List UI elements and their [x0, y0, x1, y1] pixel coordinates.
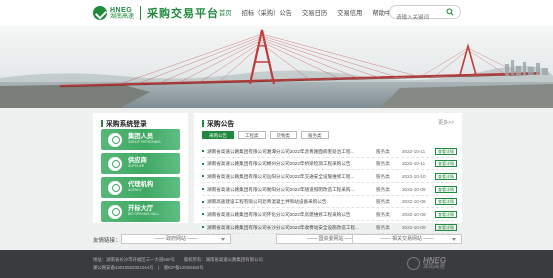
login-panel: 采购系统登录 集团人员 GROUP PERSONNEL 供应商 SUPPLIER…	[93, 113, 188, 223]
announcement-title[interactable]: 湖南省高速公路集团有限公司怀化分公司2022年房建维修工程采购公告	[207, 212, 365, 218]
view-details-button[interactable]: 查看详情	[435, 185, 457, 193]
bullet-icon	[202, 188, 204, 191]
search-icon[interactable]	[446, 8, 454, 16]
title-accent-bar	[101, 119, 103, 127]
agency-login-button[interactable]: 代理机构 AGENCY	[101, 177, 180, 198]
tab-engineering[interactable]: 工程类	[238, 131, 266, 139]
footer-address: 地址：湖南省长沙市开福区三一大道500号 版权所有：湖南省高速公路集团有限公司	[93, 257, 263, 262]
login-button-sublabel: AGENCY	[128, 188, 142, 193]
logo-en-text: HNEG	[110, 6, 133, 14]
list-item: 湖南省高速公路集团有限公司岳阳分公司2022年交通安全设施维修工程... 服务类…	[202, 170, 457, 184]
login-button-sublabel: SUPPLIER	[128, 164, 145, 169]
related-trading-sites-select[interactable]: —— 相关交易网站 ——	[352, 234, 462, 244]
announcement-date: 2022-10-10	[402, 173, 426, 179]
select-value: —— 政府网站 ——	[154, 236, 198, 242]
site-logo[interactable]: HNEG 湖南高速 采购交易平台	[93, 5, 219, 21]
view-details-button[interactable]: 查看详情	[435, 147, 457, 155]
footer-logo-cn: 湖南高速	[423, 264, 446, 270]
announcements-title-text: 采购公告	[207, 121, 235, 128]
nav-trading-credit[interactable]: 交易信用	[337, 8, 362, 17]
supplier-icon	[108, 156, 122, 171]
announcement-type: 服务类	[376, 173, 390, 179]
select-value: —— 国资委网站 ——	[307, 236, 355, 242]
list-item: 湖南省高速公路集团有限公司怀化分公司2022年房建维修工程采购公告 服务类 20…	[202, 208, 457, 222]
list-item: 湖南高速建设工程有限公司沥青混凝土拌和站设备采购公告 服务类 2022-10-0…	[202, 196, 457, 209]
bid-opening-hall-button[interactable]: 开标大厅 BID OPENING HALL	[101, 201, 180, 222]
announcement-date: 2022-10-09	[402, 211, 426, 217]
announcement-title[interactable]: 湖南高速建设工程有限公司沥青混凝土拌和站设备采购公告	[207, 199, 365, 205]
announcement-type: 服务类	[376, 211, 390, 217]
title-accent-bar	[202, 119, 204, 127]
tab-procurement-notices[interactable]: 采购公告	[202, 131, 234, 139]
main-nav: 首页 招标（采购）公告 交易日历 交易信用 帮助中心	[219, 8, 408, 17]
logo-divider	[140, 6, 142, 20]
friend-links-bar: 友情链接： —— 政府网站 —— —— 国资委网站 —— —— 相关交易网站 —…	[0, 228, 553, 250]
announcement-date: 2022-10-09	[402, 186, 426, 192]
bullet-icon	[202, 150, 204, 152]
announcement-title[interactable]: 湖南省高速公路集团有限公司衡阳分公司2022年隧道照明改造工程采购...	[207, 187, 365, 193]
category-tabs: 采购公告 工程类 货物类 服务类	[202, 131, 333, 139]
login-panel-title-text: 采购系统登录	[106, 121, 147, 128]
announcement-title[interactable]: 湖南省高速公路集团有限公司郴州分公司2022年桥梁检测工程采购公告	[207, 161, 365, 167]
more-link[interactable]: 更多>>	[438, 119, 454, 126]
announcement-date: 2022-10-11	[402, 148, 426, 154]
tab-services[interactable]: 服务类	[301, 131, 329, 139]
nav-trading-calendar[interactable]: 交易日历	[302, 8, 327, 17]
announcements-panel: 采购公告 更多>> 采购公告 工程类 货物类 服务类 湖南省高速公路集团有限公司…	[194, 113, 462, 234]
announcement-date: 2022-10-09	[402, 199, 426, 205]
footer-logo: HNEG 湖南高速	[407, 257, 446, 271]
login-button-sublabel: BID OPENING HALL	[128, 212, 159, 217]
announcement-type: 服务类	[376, 186, 390, 192]
announcement-type: 服务类	[376, 199, 390, 205]
announcement-title[interactable]: 湖南省高速公路集团有限公司湘潭分公司2022年沥青路面病害处治工程...	[207, 149, 365, 155]
view-details-button[interactable]: 查看详情	[435, 210, 457, 218]
bullet-icon	[202, 200, 204, 203]
site-header: HNEG 湖南高速 采购交易平台 首页 招标（采购）公告 交易日历 交易信用 帮…	[0, 0, 553, 26]
view-details-button[interactable]: 查看详情	[435, 160, 457, 168]
logo-icon	[93, 6, 107, 20]
supplier-login-button[interactable]: 供应商 SUPPLIER	[101, 153, 180, 174]
announcement-type: 服务类	[376, 148, 390, 154]
search-input[interactable]	[396, 12, 446, 24]
bullet-icon	[202, 213, 204, 216]
list-item: 湖南省高速公路集团有限公司衡阳分公司2022年隧道照明改造工程采购... 服务类…	[202, 183, 457, 196]
announcement-type: 服务类	[376, 161, 390, 167]
announcement-list: 湖南省高速公路集团有限公司湘潭分公司2022年沥青路面病害处治工程... 服务类…	[202, 145, 457, 234]
user-icon	[108, 132, 122, 147]
list-item: 湖南省高速公路集团有限公司湘潭分公司2022年沥青路面病害处治工程... 服务类…	[202, 145, 457, 158]
agency-icon	[108, 180, 122, 195]
chevron-down-icon	[221, 238, 225, 241]
government-sites-select[interactable]: —— 政府网站 ——	[121, 234, 231, 244]
list-item: 湖南省高速公路集团有限公司郴州分公司2022年桥梁检测工程采购公告 服务类 20…	[202, 158, 457, 171]
friend-links-label: 友情链接：	[93, 238, 121, 244]
bullet-icon	[202, 162, 204, 165]
login-button-sublabel: GROUP PERSONNEL	[128, 140, 162, 145]
bridge-illustration	[0, 26, 553, 108]
login-panel-title: 采购系统登录	[101, 118, 147, 128]
announcements-title: 采购公告	[202, 118, 234, 128]
nav-home[interactable]: 首页	[219, 8, 232, 17]
bullet-icon	[202, 175, 204, 178]
tab-goods[interactable]: 货物类	[269, 131, 297, 139]
logo-cn-text: 湖南高速	[110, 13, 135, 20]
hall-icon	[108, 204, 122, 219]
announcement-title[interactable]: 湖南省高速公路集团有限公司岳阳分公司2022年交通安全设施维修工程...	[207, 174, 365, 180]
hero-banner	[0, 26, 553, 108]
view-details-button[interactable]: 查看详情	[435, 172, 457, 180]
logo-icon	[407, 257, 420, 271]
chevron-down-icon	[452, 238, 456, 241]
group-personnel-login-button[interactable]: 集团人员 GROUP PERSONNEL	[101, 129, 180, 150]
view-details-button[interactable]: 查看详情	[435, 198, 457, 206]
announcement-date: 2022-10-11	[402, 161, 426, 167]
site-footer: 地址：湖南省长沙市开福区三一大道500号 版权所有：湖南省高速公路集团有限公司 …	[0, 250, 553, 278]
search-box	[389, 5, 461, 24]
site-title: 采购交易平台	[147, 8, 220, 20]
nav-procurement-notices[interactable]: 招标（采购）公告	[242, 8, 292, 17]
footer-registration: 湘公网安备43010502001044号 | 湘ICP备12008450号	[93, 265, 204, 270]
select-value: —— 相关交易网站 ——	[380, 236, 434, 242]
